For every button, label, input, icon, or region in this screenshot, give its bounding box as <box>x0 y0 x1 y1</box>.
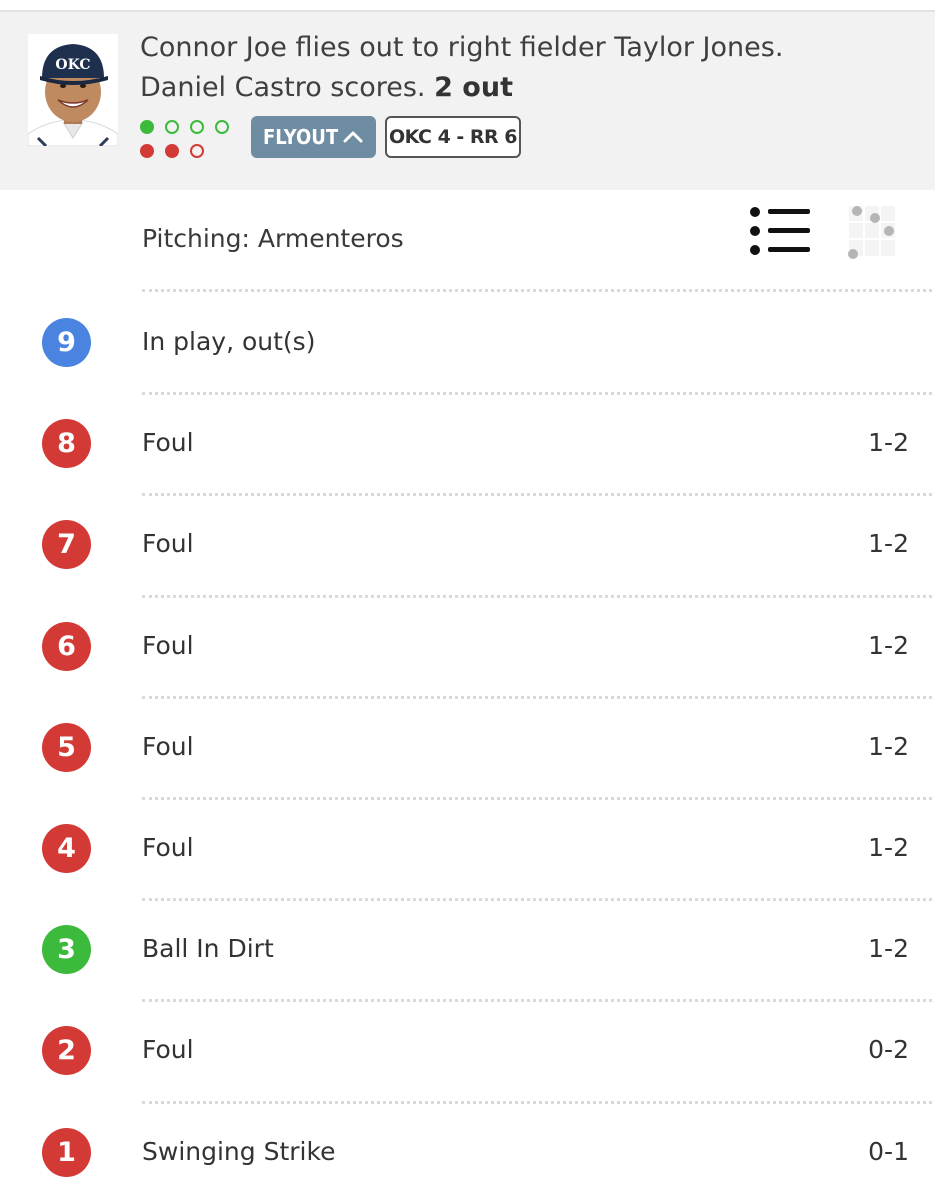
ball-dot <box>215 120 229 134</box>
pitch-result-label: Foul <box>142 529 194 559</box>
play-description-line1: Connor Joe flies out to right fielder Ta… <box>140 32 784 63</box>
pitch-result-label: Foul <box>142 833 194 862</box>
ball-dot <box>165 120 179 134</box>
pitch-count: 1-2 <box>868 428 909 458</box>
pitch-row[interactable]: 1 Swinging Strike 0-1 <box>0 1102 935 1203</box>
pitch-row[interactable]: 6 Foul 1-2 <box>0 596 935 697</box>
score-badge: OKC 4 - RR 6 <box>385 116 521 158</box>
pitch-number-badge: 1 <box>42 1127 91 1177</box>
pitch-row[interactable]: 8 Foul 1-2 <box>0 393 935 494</box>
pitch-number-badge: 9 <box>42 318 91 367</box>
pitch-result-label: Foul <box>142 1035 194 1065</box>
ball-dot <box>190 120 204 134</box>
play-description: Connor Joe flies out to right fielder Ta… <box>140 28 920 108</box>
ball-dot <box>140 120 154 134</box>
pitch-result-label: Ball In Dirt <box>142 934 274 964</box>
pitch-count: 1-2 <box>868 630 909 660</box>
pitch-row[interactable]: 7 Foul 1-2 <box>0 494 935 595</box>
play-description-line2: Daniel Castro scores. 2 out <box>140 68 920 108</box>
pitch-number-badge: 7 <box>42 520 91 570</box>
strike-dot <box>140 144 154 158</box>
pitch-number-badge: 3 <box>42 925 91 975</box>
top-border <box>0 0 935 12</box>
strike-dot <box>190 144 204 158</box>
pitch-result-label: Foul <box>142 731 194 761</box>
pitch-count: 0-1 <box>868 1136 909 1166</box>
play-description-scores: Daniel Castro scores. <box>140 72 426 103</box>
pitch-result-label: Foul <box>142 428 194 458</box>
pitch-number-badge: 5 <box>42 722 91 772</box>
flyout-label: FLYOUT <box>263 125 339 149</box>
pitch-number-badge: 6 <box>42 621 91 671</box>
pitch-count: 0-2 <box>868 1035 909 1065</box>
pitch-row[interactable]: 9 In play, out(s) <box>0 292 935 393</box>
strike-dot <box>165 144 179 158</box>
list-view-icon[interactable] <box>748 206 812 256</box>
pitch-number-badge: 2 <box>42 1026 91 1076</box>
flyout-toggle-button[interactable]: FLYOUT <box>251 116 376 158</box>
pitch-count: 1-2 <box>868 833 909 862</box>
pitch-number-badge: 4 <box>42 824 91 873</box>
strike-zone-view-icon[interactable] <box>843 202 899 260</box>
pitch-row[interactable]: 2 Foul 0-2 <box>0 1000 935 1101</box>
chevron-up-icon <box>343 131 363 143</box>
pitch-result-label: Swinging Strike <box>142 1136 336 1166</box>
play-summary-header: OKC Connor Joe flies out to right fielde… <box>0 12 935 190</box>
pitch-number-badge: 8 <box>42 419 91 469</box>
pitching-label: Pitching: Armenteros <box>142 224 404 253</box>
outs-text: 2 out <box>434 72 513 103</box>
pitch-row[interactable]: 5 Foul 1-2 <box>0 697 935 798</box>
svg-text:OKC: OKC <box>55 57 90 73</box>
player-avatar: OKC <box>28 34 118 146</box>
pitch-row[interactable]: 4 Foul 1-2 <box>0 798 935 899</box>
pitch-count: 1-2 <box>868 529 909 559</box>
pitch-count: 1-2 <box>868 934 909 964</box>
pitch-count: 1-2 <box>868 731 909 761</box>
pitch-result-label: In play, out(s) <box>142 327 316 356</box>
pitch-result-label: Foul <box>142 630 194 660</box>
pitch-row[interactable]: 3 Ball In Dirt 1-2 <box>0 899 935 1000</box>
